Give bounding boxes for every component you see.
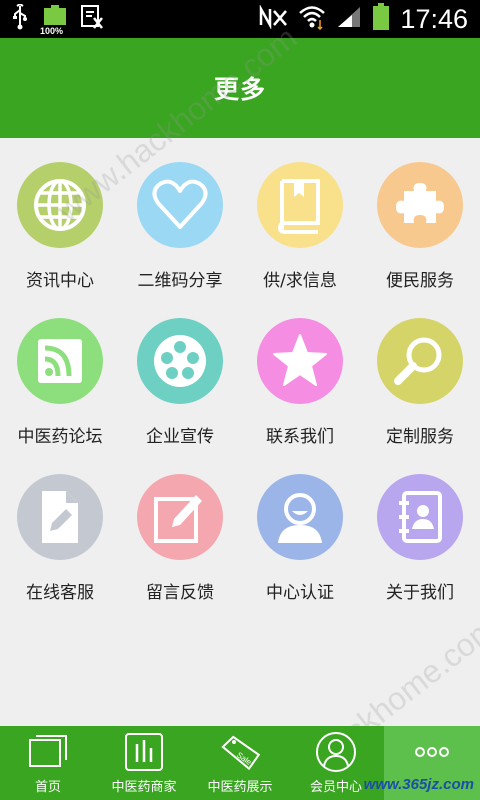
grid-item-label: 资讯中心 bbox=[26, 271, 94, 291]
book-icon bbox=[257, 162, 343, 248]
more-dots-icon bbox=[415, 747, 449, 757]
grid-item-label: 定制服务 bbox=[386, 427, 454, 447]
contact-book-icon bbox=[377, 474, 463, 560]
grid-item-tcm-forum[interactable]: 中医药论坛 bbox=[0, 294, 120, 447]
tab-merchants[interactable]: 中医药商家 bbox=[96, 726, 192, 800]
bar-chart-icon bbox=[125, 733, 163, 771]
puzzle-icon bbox=[377, 162, 463, 248]
member-icon bbox=[316, 732, 356, 772]
no-signal-icon bbox=[258, 4, 288, 33]
cell-signal-icon bbox=[336, 5, 362, 33]
wifi-icon bbox=[298, 4, 326, 34]
tab-label: 中医药展示 bbox=[207, 780, 273, 795]
grid-item-label: 二维码分享 bbox=[137, 271, 223, 291]
home-stack-icon bbox=[29, 735, 67, 767]
tab-label: 首页 bbox=[34, 780, 61, 795]
grid-item-label: 供/求信息 bbox=[263, 271, 337, 291]
status-bar: 100% 17:46 bbox=[0, 0, 480, 38]
battery-full-icon: 100% bbox=[40, 5, 68, 36]
grid-item-convenience[interactable]: 便民服务 bbox=[360, 138, 480, 291]
grid-item-about-us[interactable]: 关于我们 bbox=[360, 450, 480, 603]
grid-item-custom-service[interactable]: 定制服务 bbox=[360, 294, 480, 447]
note-pen-icon bbox=[137, 474, 223, 560]
user-icon bbox=[257, 474, 343, 560]
grid-item-label: 中心认证 bbox=[266, 583, 334, 603]
grid-item-label: 在线客服 bbox=[26, 583, 94, 603]
grid-item-online-support[interactable]: 在线客服 bbox=[0, 450, 120, 603]
globe-icon bbox=[17, 162, 103, 248]
battery-percent-label: 100% bbox=[40, 26, 64, 36]
grid-item-label: 关于我们 bbox=[386, 583, 454, 603]
grid-item-supply-demand[interactable]: 供/求信息 bbox=[240, 138, 360, 291]
document-notification-icon bbox=[80, 4, 104, 34]
grid-item-enterprise-promo[interactable]: 企业宣传 bbox=[120, 294, 240, 447]
rss-icon bbox=[17, 318, 103, 404]
status-left-icons: 100% bbox=[10, 2, 104, 36]
tab-label: 中医药商家 bbox=[111, 780, 177, 795]
bottom-nav: 首页 中医药商家 Sale 中医药展示 会员中心 www.365jz.com bbox=[0, 726, 480, 800]
battery-icon bbox=[372, 3, 390, 35]
tab-home[interactable]: 首页 bbox=[0, 726, 96, 800]
heart-icon bbox=[137, 162, 223, 248]
grid-item-label: 联系我们 bbox=[266, 427, 334, 447]
grid-item-feedback[interactable]: 留言反馈 bbox=[120, 450, 240, 603]
clock-time: 17:46 bbox=[400, 3, 468, 34]
grid-item-label: 便民服务 bbox=[386, 271, 454, 291]
film-reel-icon bbox=[137, 318, 223, 404]
grid-item-news-center[interactable]: 资讯中心 bbox=[0, 138, 120, 291]
site-watermark: www.365jz.com bbox=[363, 776, 474, 793]
document-edit-icon bbox=[17, 474, 103, 560]
title-bar: 更多 bbox=[0, 38, 480, 138]
status-right-icons: 17:46 bbox=[258, 3, 468, 35]
grid-item-label: 留言反馈 bbox=[146, 583, 214, 603]
grid-item-qr-share[interactable]: 二维码分享 bbox=[120, 138, 240, 291]
sale-tag-icon: Sale bbox=[221, 735, 261, 771]
usb-icon bbox=[10, 2, 30, 34]
tab-showcase[interactable]: Sale 中医药展示 bbox=[192, 726, 288, 800]
feature-grid: 资讯中心 二维码分享 供/求信息 便民服务 中医药论坛 企业宣传 联系我们 定制… bbox=[0, 138, 480, 726]
grid-item-label: 中医药论坛 bbox=[17, 427, 103, 447]
star-icon bbox=[257, 318, 343, 404]
grid-item-certification[interactable]: 中心认证 bbox=[240, 450, 360, 603]
grid-item-contact-us[interactable]: 联系我们 bbox=[240, 294, 360, 447]
magnifier-icon bbox=[377, 318, 463, 404]
page-title: 更多 bbox=[213, 75, 266, 104]
grid-item-label: 企业宣传 bbox=[146, 427, 214, 447]
